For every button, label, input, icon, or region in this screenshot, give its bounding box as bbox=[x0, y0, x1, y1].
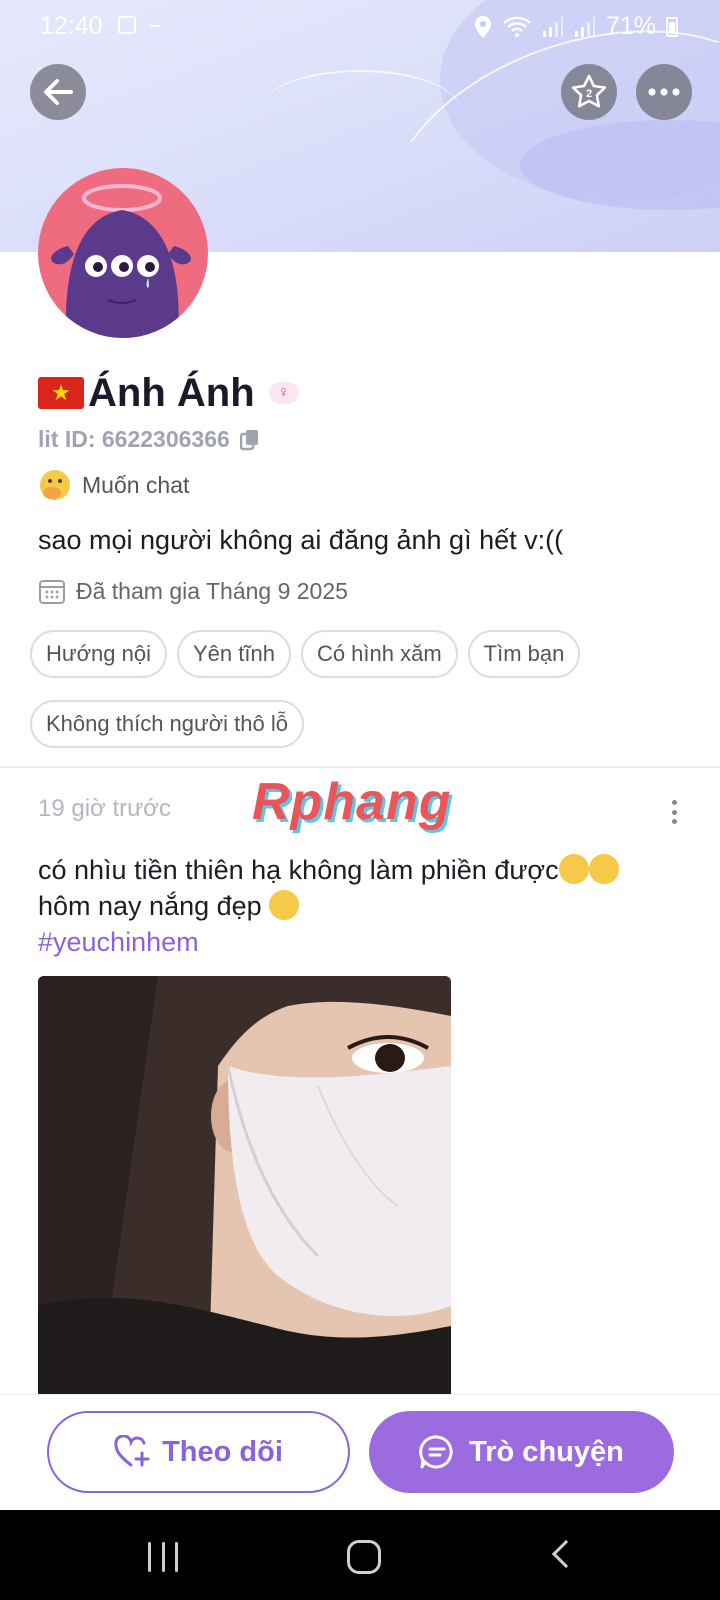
monster-avatar-icon bbox=[51, 184, 191, 338]
svg-text:2: 2 bbox=[586, 88, 592, 100]
tag-chip[interactable]: Hướng nội bbox=[30, 630, 167, 678]
post-photo[interactable] bbox=[38, 976, 451, 1394]
post-hashtag[interactable]: #yeuchinhem bbox=[38, 924, 698, 960]
back-button[interactable] bbox=[30, 64, 86, 120]
notification-dash-icon bbox=[150, 25, 160, 27]
copy-icon[interactable] bbox=[239, 429, 260, 451]
watermark-logo: Rphang bbox=[252, 773, 452, 831]
heart-plus-icon bbox=[114, 1435, 150, 1467]
tag-chip[interactable]: Có hình xăm bbox=[300, 630, 458, 678]
arrow-left-icon bbox=[44, 79, 73, 105]
laughing-emoji-icon bbox=[269, 890, 300, 920]
bottom-action-bar: Theo dõi Trò chuyện bbox=[0, 1394, 720, 1510]
calendar-icon bbox=[39, 580, 65, 604]
home-button[interactable] bbox=[347, 1540, 381, 1574]
battery-icon bbox=[666, 16, 678, 37]
wifi-icon bbox=[503, 16, 531, 37]
sneezing-emoji-icon bbox=[558, 854, 589, 884]
post-line-2: hôm nay nắng đẹp bbox=[38, 891, 262, 921]
avatar[interactable] bbox=[38, 168, 208, 338]
recent-apps-button[interactable] bbox=[148, 1542, 178, 1572]
system-nav-bar bbox=[0, 1510, 720, 1600]
post-more-button[interactable] bbox=[672, 800, 678, 824]
joined-date: Đã tham gia Tháng 9 2025 bbox=[76, 577, 348, 604]
location-icon bbox=[474, 15, 491, 38]
joined-row: Đã tham gia Tháng 9 2025 bbox=[38, 577, 348, 605]
status-bar: 12:40 71% bbox=[0, 0, 720, 52]
chat-label: Trò chuyện bbox=[469, 1435, 624, 1468]
tag-chip[interactable]: Yên tĩnh bbox=[176, 630, 291, 678]
more-horizontal-icon bbox=[648, 88, 680, 96]
sneezing-emoji-icon bbox=[588, 854, 619, 884]
profile-name: Ánh Ánh bbox=[88, 370, 255, 415]
chat-bubble-icon bbox=[419, 1435, 453, 1469]
tag-chip[interactable]: Không thích người thô lỗ bbox=[30, 700, 304, 748]
post-line-1: có nhìu tiền thiên hạ không làm phiền đư… bbox=[38, 855, 559, 885]
mood-text: Muốn chat bbox=[82, 471, 190, 498]
post-timestamp: 19 giờ trước bbox=[38, 795, 171, 822]
lit-id-row: lit ID: 6622306366 bbox=[38, 426, 260, 453]
post-content: có nhìu tiền thiên hạ không làm phiền đư… bbox=[38, 852, 698, 960]
system-back-button[interactable] bbox=[551, 1539, 581, 1569]
follow-label: Theo dõi bbox=[162, 1435, 283, 1468]
interest-tags: Hướng nội Yên tĩnh Có hình xăm Tìm bạn K… bbox=[30, 630, 690, 748]
star-icon: 2 bbox=[571, 74, 607, 108]
profile-name-row: Ánh Ánh ♀ bbox=[38, 366, 299, 420]
profile-screen: 12:40 71% 2 Ánh Á bbox=[0, 0, 720, 1600]
tag-chip[interactable]: Tìm bạn bbox=[467, 630, 581, 678]
more-options-button[interactable] bbox=[636, 64, 692, 120]
mood-row: Muốn chat bbox=[38, 468, 189, 502]
notification-icon bbox=[118, 16, 136, 34]
profile-bio: sao mọi người không ai đăng ảnh gì hết v… bbox=[38, 525, 564, 555]
battery-percent: 71% bbox=[605, 12, 656, 40]
status-time: 12:40 bbox=[40, 12, 103, 40]
chat-button[interactable]: Trò chuyện bbox=[369, 1411, 674, 1493]
lit-id: lit ID: 6622306366 bbox=[38, 426, 230, 452]
selfie-photo-image bbox=[38, 976, 451, 1394]
signal-icon bbox=[542, 16, 563, 37]
gender-female-icon: ♀ bbox=[268, 382, 299, 404]
follow-button[interactable]: Theo dõi bbox=[47, 1411, 350, 1493]
favorite-button[interactable]: 2 bbox=[561, 64, 617, 120]
signal-2-icon bbox=[574, 16, 595, 37]
vietnam-flag-icon bbox=[38, 377, 84, 409]
section-divider bbox=[0, 766, 720, 768]
hand-over-mouth-emoji-icon bbox=[40, 470, 70, 500]
